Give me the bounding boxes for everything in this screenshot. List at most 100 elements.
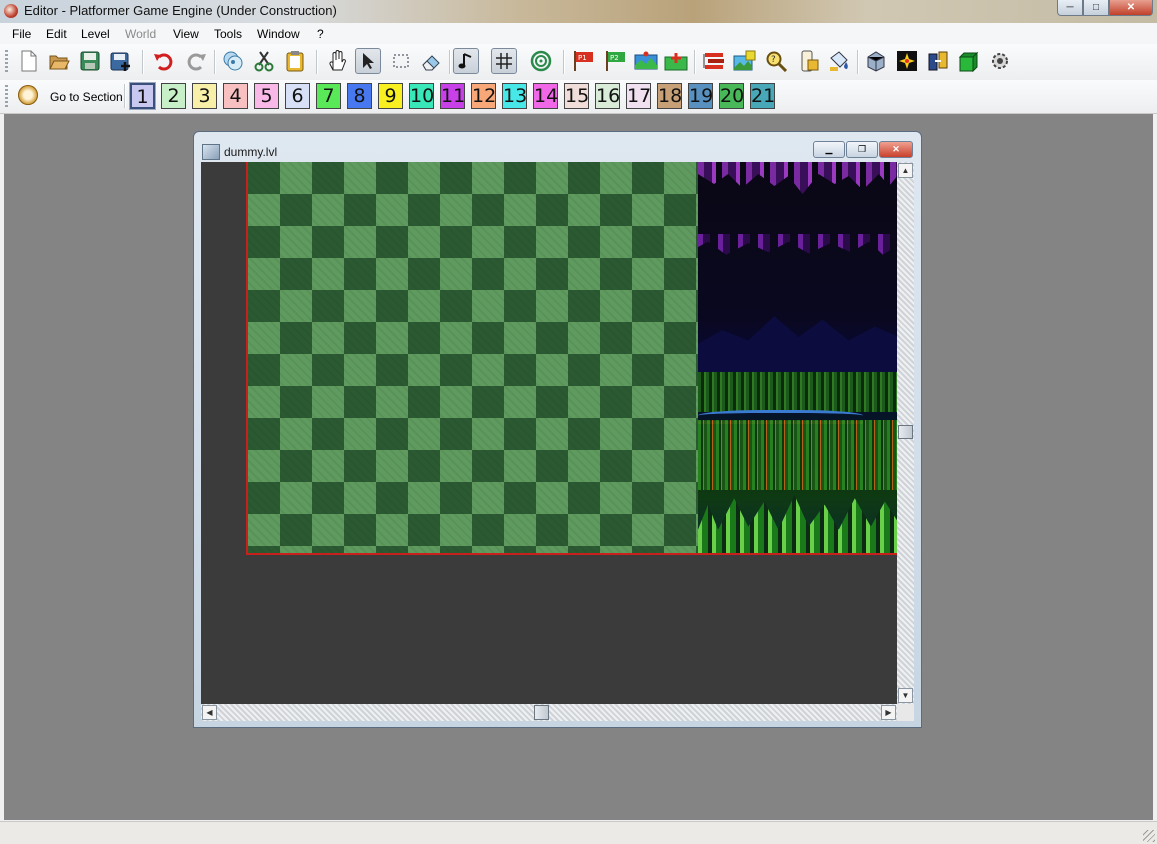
target-icon[interactable]: [528, 48, 554, 74]
menu-file[interactable]: File: [12, 27, 31, 41]
section-settings-icon[interactable]: [633, 48, 659, 74]
paste-icon[interactable]: [282, 48, 308, 74]
menu-level[interactable]: Level: [81, 27, 110, 41]
toolbar-separator: [563, 50, 565, 74]
warp-doors-icon[interactable]: [925, 48, 951, 74]
scroll-corner: [897, 704, 914, 721]
search-icon[interactable]: ?: [764, 48, 790, 74]
app-icon: [4, 4, 18, 18]
toolbar-separator: [316, 50, 318, 74]
toolbar-separator: [449, 50, 451, 74]
effects-icon[interactable]: [894, 48, 920, 74]
grid-icon[interactable]: [491, 48, 517, 74]
toolbar-separator: [857, 50, 859, 74]
scroll-up-button[interactable]: ▲: [898, 163, 913, 178]
player1-flag-icon[interactable]: P1: [571, 48, 597, 74]
document-icon: [202, 144, 220, 160]
go-to-section-label[interactable]: Go to Section: [50, 90, 123, 104]
toolbar-grip[interactable]: [5, 50, 8, 74]
tileset-icon[interactable]: [863, 48, 889, 74]
background-image-icon[interactable]: [732, 48, 758, 74]
section-button-6[interactable]: 6: [285, 83, 310, 109]
toolbar-grip[interactable]: [5, 85, 8, 109]
player2-flag-icon[interactable]: P2: [603, 48, 629, 74]
close-button[interactable]: ✕: [1109, 0, 1153, 16]
menu-world[interactable]: World: [125, 27, 156, 41]
box-icon[interactable]: [955, 48, 981, 74]
menu-window[interactable]: Window: [257, 27, 300, 41]
section-boundary: [246, 162, 897, 555]
section-button-14[interactable]: 14: [533, 83, 558, 109]
redo-icon[interactable]: [183, 48, 209, 74]
music-note-icon[interactable]: [453, 48, 479, 74]
level-canvas[interactable]: [201, 162, 897, 704]
section-button-17[interactable]: 17: [626, 83, 651, 109]
section-button-4[interactable]: 4: [223, 83, 248, 109]
stalactites-far: [698, 234, 897, 255]
section-button-20[interactable]: 20: [719, 83, 744, 109]
maximize-button[interactable]: □: [1083, 0, 1109, 16]
menu-edit[interactable]: Edit: [46, 27, 67, 41]
grass-layer-near: [698, 495, 897, 553]
toolbar-separator: [124, 84, 126, 108]
section-button-11[interactable]: 11: [440, 83, 465, 109]
bucket-icon[interactable]: [826, 48, 852, 74]
select-arrow-icon[interactable]: [355, 48, 381, 74]
save-file-icon[interactable]: [77, 48, 103, 74]
vertical-scrollbar[interactable]: ▲ ▼: [897, 162, 914, 704]
npc-gear-icon[interactable]: [987, 48, 1013, 74]
window-title: Editor - Platformer Game Engine (Under C…: [24, 3, 337, 18]
svg-text:?: ?: [771, 55, 776, 65]
eraser-icon[interactable]: [418, 48, 444, 74]
section-button-18[interactable]: 18: [657, 83, 682, 109]
resize-grip-icon[interactable]: [1143, 830, 1155, 842]
section-button-12[interactable]: 12: [471, 83, 496, 109]
open-file-icon[interactable]: [46, 48, 72, 74]
cave-background: [698, 162, 897, 553]
section-button-19[interactable]: 19: [688, 83, 713, 109]
section-button-21[interactable]: 21: [750, 83, 775, 109]
toolbar-separator: [142, 50, 144, 74]
scroll-down-button[interactable]: ▼: [898, 688, 913, 703]
hand-icon[interactable]: [324, 48, 350, 74]
menu-help[interactable]: ?: [317, 27, 324, 41]
save-as-icon[interactable]: [108, 48, 134, 74]
undo-icon[interactable]: [151, 48, 177, 74]
section-button-16[interactable]: 16: [595, 83, 620, 109]
horizontal-scroll-thumb[interactable]: [534, 705, 549, 720]
level-properties-icon[interactable]: [796, 48, 822, 74]
copy-icon[interactable]: [220, 48, 246, 74]
section-button-5[interactable]: 5: [254, 83, 279, 109]
document-restore-button[interactable]: ❐: [846, 141, 878, 158]
section-button-3[interactable]: 3: [192, 83, 217, 109]
compass-icon[interactable]: [18, 85, 38, 105]
vertical-scroll-thumb[interactable]: [898, 425, 913, 439]
grass-layer-far: [698, 372, 897, 412]
stalactites: [698, 162, 897, 194]
add-section-icon[interactable]: [663, 48, 689, 74]
cut-icon[interactable]: [251, 48, 277, 74]
main-toolbar: P1 P2 ?: [0, 44, 1157, 81]
document-minimize-button[interactable]: ▁: [813, 141, 845, 158]
menu-view[interactable]: View: [173, 27, 199, 41]
toolbar-separator: [214, 50, 216, 74]
section-button-8[interactable]: 8: [347, 83, 372, 109]
section-button-15[interactable]: 15: [564, 83, 589, 109]
section-button-1[interactable]: 1: [129, 82, 156, 110]
section-button-9[interactable]: 9: [378, 83, 403, 109]
scroll-left-button[interactable]: ◀: [202, 705, 217, 720]
rect-select-icon[interactable]: [388, 48, 414, 74]
section-button-10[interactable]: 10: [409, 83, 434, 109]
document-close-button[interactable]: ✕: [879, 141, 913, 158]
horizontal-scrollbar[interactable]: ◀ ▶: [201, 704, 897, 721]
checkered-shading: [248, 162, 698, 553]
section-button-7[interactable]: 7: [316, 83, 341, 109]
section-button-2[interactable]: 2: [161, 83, 186, 109]
grass-layer-mid: [698, 420, 897, 490]
minimize-button[interactable]: ─: [1057, 0, 1083, 16]
section-button-13[interactable]: 13: [502, 83, 527, 109]
layers-icon[interactable]: [702, 48, 728, 74]
scroll-right-button[interactable]: ▶: [881, 705, 896, 720]
menu-tools[interactable]: Tools: [214, 27, 242, 41]
new-file-icon[interactable]: [15, 48, 41, 74]
